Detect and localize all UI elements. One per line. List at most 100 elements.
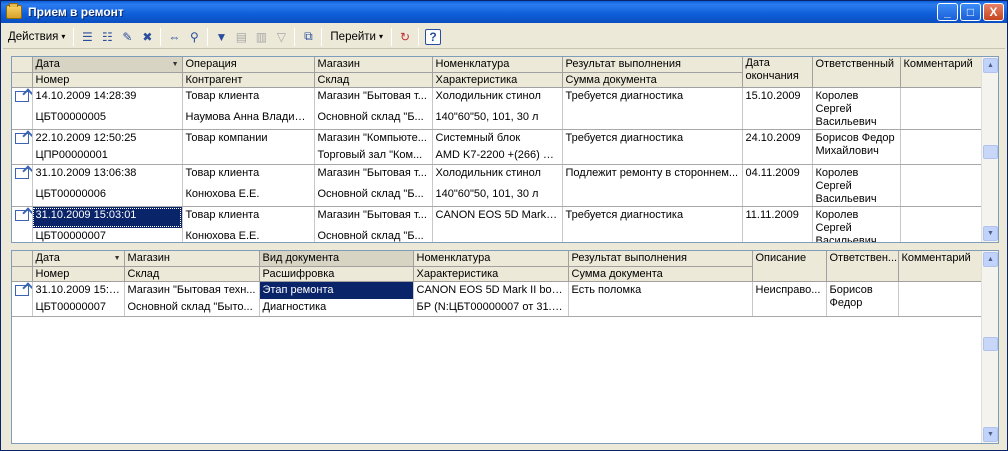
help-button[interactable]: ?: [425, 28, 441, 45]
cell-responsible[interactable]: Королев Сергей Васильевич: [812, 87, 901, 130]
cell-number[interactable]: ЦБТ00000006: [32, 185, 183, 207]
edit-row-icon[interactable]: ✎: [117, 27, 137, 47]
column-header-warehouse[interactable]: Склад: [124, 266, 260, 282]
cell-characteristic[interactable]: AMD K7-2200 +(266) G...: [432, 147, 563, 165]
column-header-characteristic[interactable]: Характеристика: [432, 72, 563, 88]
column-header-shop[interactable]: Магазин: [124, 251, 260, 267]
cell-comment[interactable]: [900, 87, 983, 130]
cell-operation[interactable]: Товар компании: [182, 129, 315, 147]
cell-characteristic[interactable]: 140"60"50, 101, 30 л: [432, 108, 563, 130]
cell-number[interactable]: ЦБТ00000007: [32, 227, 183, 242]
column-header-responsible[interactable]: Ответствен...: [826, 251, 899, 282]
scroll-down-icon[interactable]: ▼: [983, 427, 998, 442]
column-header-number[interactable]: Номер: [32, 266, 125, 282]
column-header-date[interactable]: Дата ▼: [32, 251, 125, 267]
cell-operation[interactable]: Товар клиента: [182, 87, 315, 109]
cell-result[interactable]: Есть поломка: [568, 281, 753, 299]
column-header-contractor[interactable]: Контрагент: [182, 72, 315, 88]
column-header-sum[interactable]: Сумма документа: [562, 72, 743, 88]
cell-sum[interactable]: [568, 299, 753, 317]
cell-sum[interactable]: [562, 227, 743, 242]
column-header-end-date[interactable]: Дата окончания: [742, 57, 813, 88]
cell-shop[interactable]: Магазин "Бытовая т...: [314, 87, 433, 109]
cell-responsible[interactable]: Борисов Федор Михайлович: [812, 129, 901, 165]
cell-comment[interactable]: [900, 129, 983, 165]
cell-characteristic[interactable]: [432, 227, 563, 242]
cell-comment[interactable]: [900, 206, 983, 242]
goto-menu[interactable]: Перейти ▾: [325, 27, 388, 47]
cell-characteristic[interactable]: БР (N:ЦБТ00000007 от 31.1...: [413, 299, 569, 317]
column-header-shop[interactable]: Магазин: [314, 57, 433, 73]
column-header-number[interactable]: Номер: [32, 72, 183, 88]
cell-number[interactable]: ЦПР00000001: [32, 147, 183, 165]
maximize-button[interactable]: □: [960, 3, 981, 21]
cell-result[interactable]: Требуется диагностика: [562, 206, 743, 228]
scroll-up-icon[interactable]: ▲: [983, 252, 998, 267]
cell-date-selected[interactable]: 31.10.2009 15:03:01: [32, 206, 183, 228]
panel-splitter[interactable]: [11, 243, 999, 249]
actions-menu[interactable]: Действия ▾: [3, 27, 70, 47]
cell-warehouse[interactable]: Основной склад "Б...: [314, 185, 433, 207]
column-header-comment[interactable]: Комментарий: [898, 251, 983, 282]
cell-contractor[interactable]: [182, 147, 315, 165]
refresh-icon[interactable]: ↻: [395, 27, 415, 47]
column-header-decoding[interactable]: Расшифровка: [259, 266, 414, 282]
bottom-vertical-scrollbar[interactable]: ▲ ▼: [981, 251, 998, 443]
cell-nomenclature[interactable]: CANON EOS 5D Mark II body...: [413, 281, 569, 299]
find-icon[interactable]: ⚲: [184, 27, 204, 47]
column-header-comment[interactable]: Комментарий: [900, 57, 983, 88]
add-row-icon[interactable]: ☰: [77, 27, 97, 47]
cell-description[interactable]: Неисправо...: [752, 281, 827, 317]
column-header-doc-type[interactable]: Вид документа: [259, 251, 414, 267]
filter-icon[interactable]: ▼: [211, 27, 231, 47]
cell-decoding[interactable]: Диагностика: [259, 299, 414, 317]
table-row-selected[interactable]: 31.10.2009 15:03:01 Товар клиента Магази…: [12, 206, 983, 242]
cell-doc-type-selected[interactable]: Этап ремонта: [259, 281, 414, 299]
cell-comment[interactable]: [898, 281, 983, 317]
scroll-up-icon[interactable]: ▲: [983, 58, 998, 73]
column-header-characteristic[interactable]: Характеристика: [413, 266, 569, 282]
cell-characteristic[interactable]: 140"60"50, 101, 30 л: [432, 185, 563, 207]
table-row[interactable]: 14.10.2009 14:28:39 Товар клиента Магази…: [12, 87, 983, 130]
filter-value-icon[interactable]: ▤: [231, 27, 251, 47]
cell-shop[interactable]: Магазин "Бытовая т...: [314, 206, 433, 228]
cell-contractor[interactable]: Наумова Анна Владим...: [182, 108, 315, 130]
repair-intake-list[interactable]: Дата ▼ Операция Магазин Номенклатура Резу…: [11, 56, 999, 243]
column-header-nomenclature[interactable]: Номенклатура: [432, 57, 563, 73]
scroll-thumb[interactable]: [983, 145, 998, 159]
cell-warehouse[interactable]: Основной склад "Быто...: [124, 299, 260, 317]
cell-nomenclature[interactable]: CANON EOS 5D Mark II...: [432, 206, 563, 228]
column-header-result[interactable]: Результат выполнения: [562, 57, 743, 73]
cell-responsible[interactable]: Королев Сергей Васильевич: [812, 206, 901, 242]
cell-contractor[interactable]: Конюхова Е.Е.: [182, 227, 315, 242]
cell-shop[interactable]: Магазин "Бытовая техн...: [124, 281, 260, 299]
column-header-date[interactable]: Дата ▼: [32, 57, 183, 73]
scroll-down-icon[interactable]: ▼: [983, 226, 998, 241]
scroll-thumb[interactable]: [983, 337, 998, 351]
column-header-sum[interactable]: Сумма документа: [568, 266, 753, 282]
cell-warehouse[interactable]: Основной склад "Б...: [314, 108, 433, 130]
column-header-description[interactable]: Описание: [752, 251, 827, 282]
column-header-responsible[interactable]: Ответственный: [812, 57, 901, 88]
create-based-on-icon[interactable]: ⧉: [298, 27, 318, 47]
close-button[interactable]: X: [983, 3, 1004, 21]
column-header-result[interactable]: Результат выполнения: [568, 251, 753, 267]
cell-shop[interactable]: Магазин "Бытовая т...: [314, 164, 433, 186]
cell-operation[interactable]: Товар клиента: [182, 164, 315, 186]
table-row[interactable]: 31.10.2009 15:0... Магазин "Бытовая техн…: [12, 281, 983, 317]
cell-number[interactable]: ЦБТ00000007: [32, 299, 125, 317]
interval-icon[interactable]: ⇔: [164, 27, 184, 47]
cell-nomenclature[interactable]: Холодильник стинол: [432, 164, 563, 186]
cell-date[interactable]: 22.10.2009 12:50:25: [32, 129, 183, 147]
filter-list-icon[interactable]: ▥: [251, 27, 271, 47]
cell-warehouse[interactable]: Основной склад "Б...: [314, 227, 433, 242]
cell-end-date[interactable]: 11.11.2009: [742, 206, 813, 242]
copy-row-icon[interactable]: ☷: [97, 27, 117, 47]
cell-end-date[interactable]: 04.11.2009: [742, 164, 813, 207]
cell-shop[interactable]: Магазин "Компьюте...: [314, 129, 433, 147]
cell-operation[interactable]: Товар клиента: [182, 206, 315, 228]
title-bar[interactable]: Прием в ремонт _ □ X: [1, 1, 1007, 23]
cell-result[interactable]: Требуется диагностика: [562, 129, 743, 147]
repair-stages-list[interactable]: Дата ▼ Магазин Вид документа Номенклатура…: [11, 250, 999, 444]
cell-date[interactable]: 14.10.2009 14:28:39: [32, 87, 183, 109]
